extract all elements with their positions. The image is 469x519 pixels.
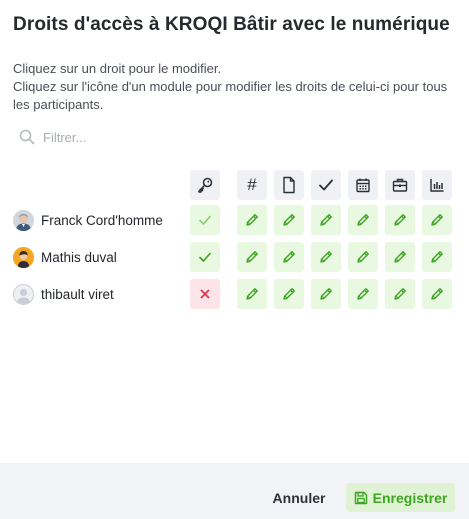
module-permission-edit[interactable] — [311, 205, 341, 235]
check-icon — [198, 213, 212, 227]
pencil-icon — [392, 249, 408, 265]
pencil-icon — [281, 286, 297, 302]
save-button-label: Enregistrer — [372, 489, 448, 506]
module-permission-edit[interactable] — [422, 279, 452, 309]
pencil-icon — [244, 286, 260, 302]
pencil-icon — [318, 286, 334, 302]
module-permission-edit[interactable] — [274, 205, 304, 235]
pencil-icon — [281, 212, 297, 228]
avatar-photo — [13, 209, 34, 231]
pencil-icon — [429, 286, 445, 302]
module-permission-edit[interactable] — [385, 205, 415, 235]
pencil-icon — [244, 249, 260, 265]
pencil-icon — [318, 212, 334, 228]
check-icon — [318, 177, 334, 193]
column-header-tasks[interactable] — [311, 170, 341, 200]
column-header-documents[interactable] — [274, 170, 304, 200]
cancel-button[interactable]: Annuler — [266, 483, 332, 513]
column-header-reports[interactable] — [422, 170, 452, 200]
module-permission-edit[interactable] — [311, 242, 341, 272]
pencil-icon — [392, 286, 408, 302]
save-icon — [354, 491, 367, 504]
module-permission-edit[interactable] — [311, 279, 341, 309]
pencil-icon — [318, 249, 334, 265]
bar-chart-icon — [429, 177, 445, 193]
pencil-icon — [429, 249, 445, 265]
pencil-icon — [244, 212, 260, 228]
participant-row: Franck Cord'homme — [13, 208, 163, 232]
dialog-title: Droits d'accès à KROQI Bâtir avec le num… — [13, 14, 450, 35]
briefcase-icon — [392, 177, 408, 193]
participant-row: Mathis duval — [13, 245, 117, 269]
module-permission-edit[interactable] — [422, 205, 452, 235]
calendar-icon — [355, 177, 371, 193]
pencil-icon — [355, 286, 371, 302]
participant-row: thibault viret — [13, 282, 114, 306]
module-permission-edit[interactable] — [237, 242, 267, 272]
instructions: Cliquez sur un droit pour le modifier. C… — [13, 60, 458, 114]
pencil-icon — [281, 249, 297, 265]
module-permission-edit[interactable] — [348, 279, 378, 309]
close-icon — [199, 288, 211, 300]
key-icon — [196, 176, 214, 194]
instruction-line-2: Cliquez sur l'icône d'un module pour mod… — [13, 79, 448, 112]
module-permission-edit[interactable] — [385, 242, 415, 272]
access-toggle-granted[interactable] — [190, 242, 220, 272]
module-permission-edit[interactable] — [385, 279, 415, 309]
search-icon — [19, 129, 35, 145]
participant-name: Franck Cord'homme — [41, 212, 163, 228]
hash-icon: # — [247, 175, 257, 194]
column-header-access[interactable] — [190, 170, 220, 200]
pencil-icon — [355, 249, 371, 265]
module-permission-edit[interactable] — [348, 205, 378, 235]
avatar-default — [13, 283, 34, 305]
column-header-hash[interactable]: # — [237, 170, 267, 200]
column-header-calendar[interactable] — [348, 170, 378, 200]
filter-input[interactable] — [43, 129, 223, 145]
module-permission-edit[interactable] — [348, 242, 378, 272]
module-permission-edit[interactable] — [237, 205, 267, 235]
pencil-icon — [392, 212, 408, 228]
access-toggle-denied[interactable] — [190, 279, 220, 309]
check-icon — [198, 250, 212, 264]
module-permission-edit[interactable] — [237, 279, 267, 309]
access-toggle-granted[interactable] — [190, 205, 220, 235]
participant-name: thibault viret — [41, 286, 114, 302]
module-permission-edit[interactable] — [274, 279, 304, 309]
column-header-projects[interactable] — [385, 170, 415, 200]
module-permission-edit[interactable] — [274, 242, 304, 272]
document-icon — [281, 176, 297, 194]
module-permission-edit[interactable] — [422, 242, 452, 272]
pencil-icon — [429, 212, 445, 228]
participant-name: Mathis duval — [41, 249, 117, 265]
filter-box[interactable] — [19, 129, 223, 145]
pencil-icon — [355, 212, 371, 228]
instruction-line-1: Cliquez sur un droit pour le modifier. — [13, 61, 222, 76]
avatar-illustrated — [13, 246, 34, 268]
save-button[interactable]: Enregistrer — [346, 483, 455, 512]
